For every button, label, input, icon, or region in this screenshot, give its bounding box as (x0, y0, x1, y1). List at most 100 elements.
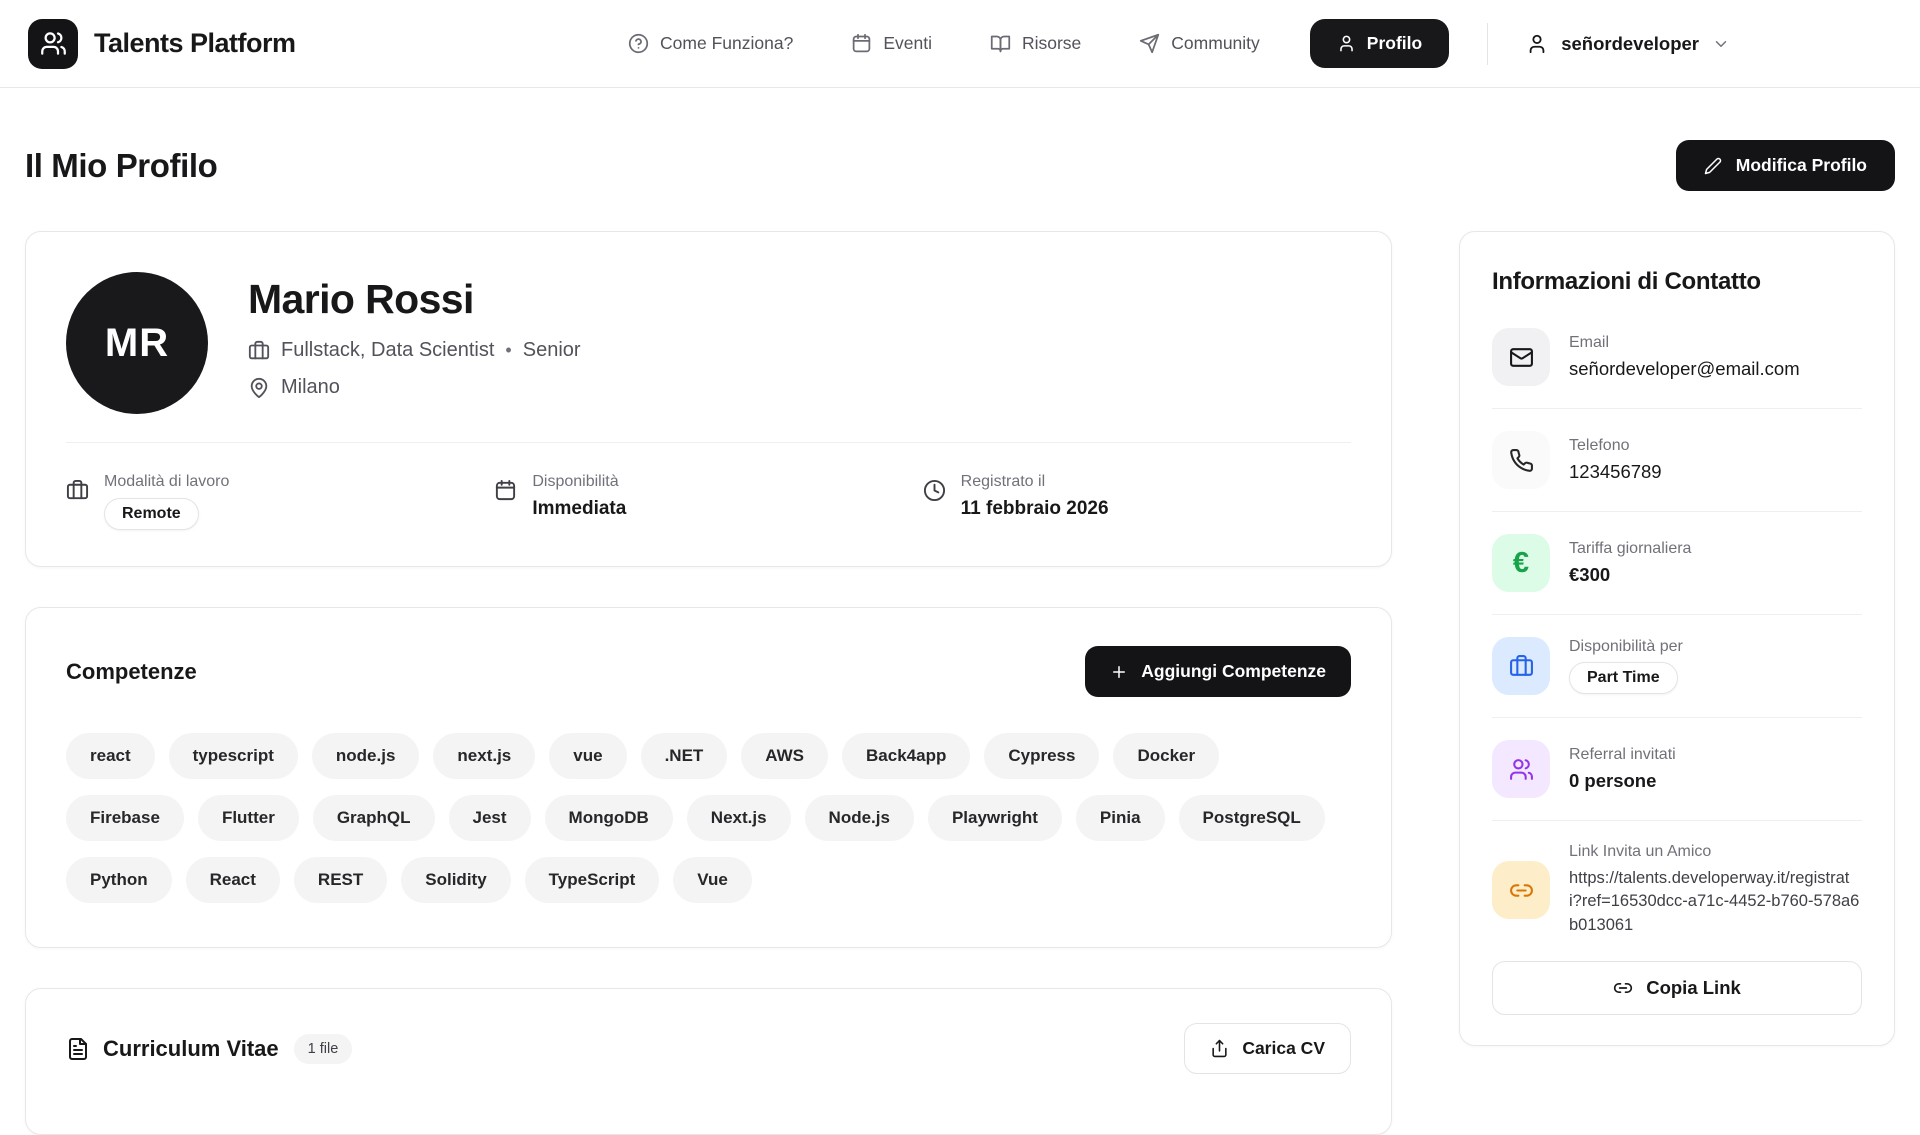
nav-profile-label: Profilo (1367, 33, 1422, 54)
registered-value: 11 febbraio 2026 (961, 498, 1109, 520)
skill-chip: Python (66, 857, 172, 903)
user-menu[interactable]: señordeveloper (1526, 33, 1730, 55)
users-icon (1492, 740, 1550, 798)
contact-row-availability: Disponibilità per Part Time (1492, 637, 1862, 695)
content-grid: MR Mario Rossi Fullstack, Data Scientist… (25, 231, 1895, 1135)
skill-chip: Next.js (687, 795, 791, 841)
briefcase-icon (66, 479, 89, 502)
availability-item: Disponibilità Immediata (494, 473, 922, 530)
chevron-down-icon (1712, 35, 1730, 53)
work-mode-label: Modalità di lavoro (104, 473, 229, 491)
divider (1492, 614, 1862, 615)
nav-item-community[interactable]: Community (1139, 33, 1260, 54)
profile-info: Mario Rossi Fullstack, Data Scientist • … (248, 272, 581, 399)
skill-chip: node.js (312, 733, 420, 779)
app-header: Talents Platform Come Funziona? Eventi R… (0, 0, 1920, 88)
edit-profile-label: Modifica Profilo (1736, 155, 1867, 176)
mail-icon (1492, 328, 1550, 386)
availability-for-badge: Part Time (1569, 662, 1678, 694)
cv-head: Curriculum Vitae 1 file Carica CV (66, 1023, 1351, 1074)
skill-chip: typescript (169, 733, 298, 779)
page-head: Il Mio Profilo Modifica Profilo (25, 140, 1895, 191)
nav-item-eventi[interactable]: Eventi (851, 33, 932, 54)
briefcase-icon (248, 340, 270, 362)
contact-row-email: Email señordeveloper@email.com (1492, 328, 1862, 386)
cv-title-wrap: Curriculum Vitae (66, 1036, 279, 1062)
profile-card: MR Mario Rossi Fullstack, Data Scientist… (25, 231, 1392, 567)
profile-meta-row: Modalità di lavoro Remote Disponibilità … (66, 443, 1351, 530)
upload-cv-label: Carica CV (1242, 1038, 1325, 1059)
skill-chip: REST (294, 857, 387, 903)
rate-label: Tariffa giornaliera (1569, 540, 1691, 558)
link-icon (1492, 861, 1550, 919)
clock-icon (923, 479, 946, 502)
email-value: señordeveloper@email.com (1569, 358, 1800, 380)
skill-chip: Playwright (928, 795, 1062, 841)
divider (1492, 717, 1862, 718)
euro-icon: € (1492, 534, 1550, 592)
upload-cv-button[interactable]: Carica CV (1184, 1023, 1351, 1074)
send-icon (1139, 33, 1160, 54)
nav-label: Community (1171, 33, 1260, 54)
cv-card: Curriculum Vitae 1 file Carica CV (25, 988, 1392, 1135)
availability-for-label: Disponibilità per (1569, 638, 1683, 656)
main-nav: Come Funziona? Eventi Risorse Community (628, 33, 1260, 54)
map-pin-icon (248, 377, 270, 399)
skill-chip: AWS (741, 733, 828, 779)
briefcase-icon (1492, 637, 1550, 695)
contact-row-referral: Referral invitati 0 persone (1492, 740, 1862, 798)
skill-chip: Firebase (66, 795, 184, 841)
nav-item-come-funziona[interactable]: Come Funziona? (628, 33, 793, 54)
add-skills-button[interactable]: Aggiungi Competenze (1085, 646, 1351, 697)
work-mode-badge: Remote (104, 498, 199, 530)
skill-chip: vue (549, 733, 626, 779)
plus-icon (1110, 663, 1128, 681)
contact-row-rate: € Tariffa giornaliera €300 (1492, 534, 1862, 592)
contact-card: Informazioni di Contatto Email señordeve… (1459, 231, 1895, 1046)
profile-top: MR Mario Rossi Fullstack, Data Scientist… (66, 272, 1351, 414)
skill-chip: Cypress (984, 733, 1099, 779)
skill-chip: Vue (673, 857, 752, 903)
skill-chip: GraphQL (313, 795, 435, 841)
referral-label: Referral invitati (1569, 746, 1676, 764)
skill-chip: Solidity (401, 857, 510, 903)
skills-chip-list: react typescript node.js next.js vue .NE… (66, 733, 1351, 903)
invite-link-label: Link Invita un Amico (1569, 843, 1862, 861)
skill-chip: next.js (433, 733, 535, 779)
brand[interactable]: Talents Platform (28, 19, 296, 69)
role-separator: • (505, 340, 511, 361)
skill-chip: Flutter (198, 795, 299, 841)
cv-title: Curriculum Vitae (103, 1036, 279, 1062)
add-skills-label: Aggiungi Competenze (1141, 661, 1326, 682)
copy-link-button[interactable]: Copia Link (1492, 961, 1862, 1015)
phone-value: 123456789 (1569, 461, 1662, 483)
left-column: MR Mario Rossi Fullstack, Data Scientist… (25, 231, 1392, 1135)
copy-link-label: Copia Link (1646, 977, 1741, 999)
user-icon (1526, 33, 1548, 55)
registered-item: Registrato il 11 febbraio 2026 (923, 473, 1351, 530)
invite-link-url: https://talents.developerway.it/registra… (1569, 867, 1862, 937)
edit-profile-button[interactable]: Modifica Profilo (1676, 140, 1895, 191)
phone-icon (1492, 431, 1550, 489)
skills-title: Competenze (66, 659, 197, 685)
skill-chip: .NET (641, 733, 728, 779)
user-icon (1337, 34, 1356, 53)
profile-role-row: Fullstack, Data Scientist • Senior (248, 339, 581, 362)
nav-profile-button[interactable]: Profilo (1310, 19, 1449, 68)
help-circle-icon (628, 33, 649, 54)
skill-chip: Pinia (1076, 795, 1165, 841)
skills-head: Competenze Aggiungi Competenze (66, 646, 1351, 697)
profile-location-row: Milano (248, 376, 581, 399)
contact-title: Informazioni di Contatto (1492, 268, 1862, 296)
work-mode-item: Modalità di lavoro Remote (66, 473, 494, 530)
skill-chip: Node.js (805, 795, 914, 841)
skill-chip: Jest (449, 795, 531, 841)
divider (1492, 511, 1862, 512)
skill-chip: PostgreSQL (1179, 795, 1325, 841)
header-divider (1487, 23, 1488, 65)
nav-item-risorse[interactable]: Risorse (990, 33, 1081, 54)
nav-label: Risorse (1022, 33, 1081, 54)
skill-chip: TypeScript (525, 857, 660, 903)
profile-seniority: Senior (523, 339, 581, 362)
profile-role: Fullstack, Data Scientist (281, 339, 494, 362)
